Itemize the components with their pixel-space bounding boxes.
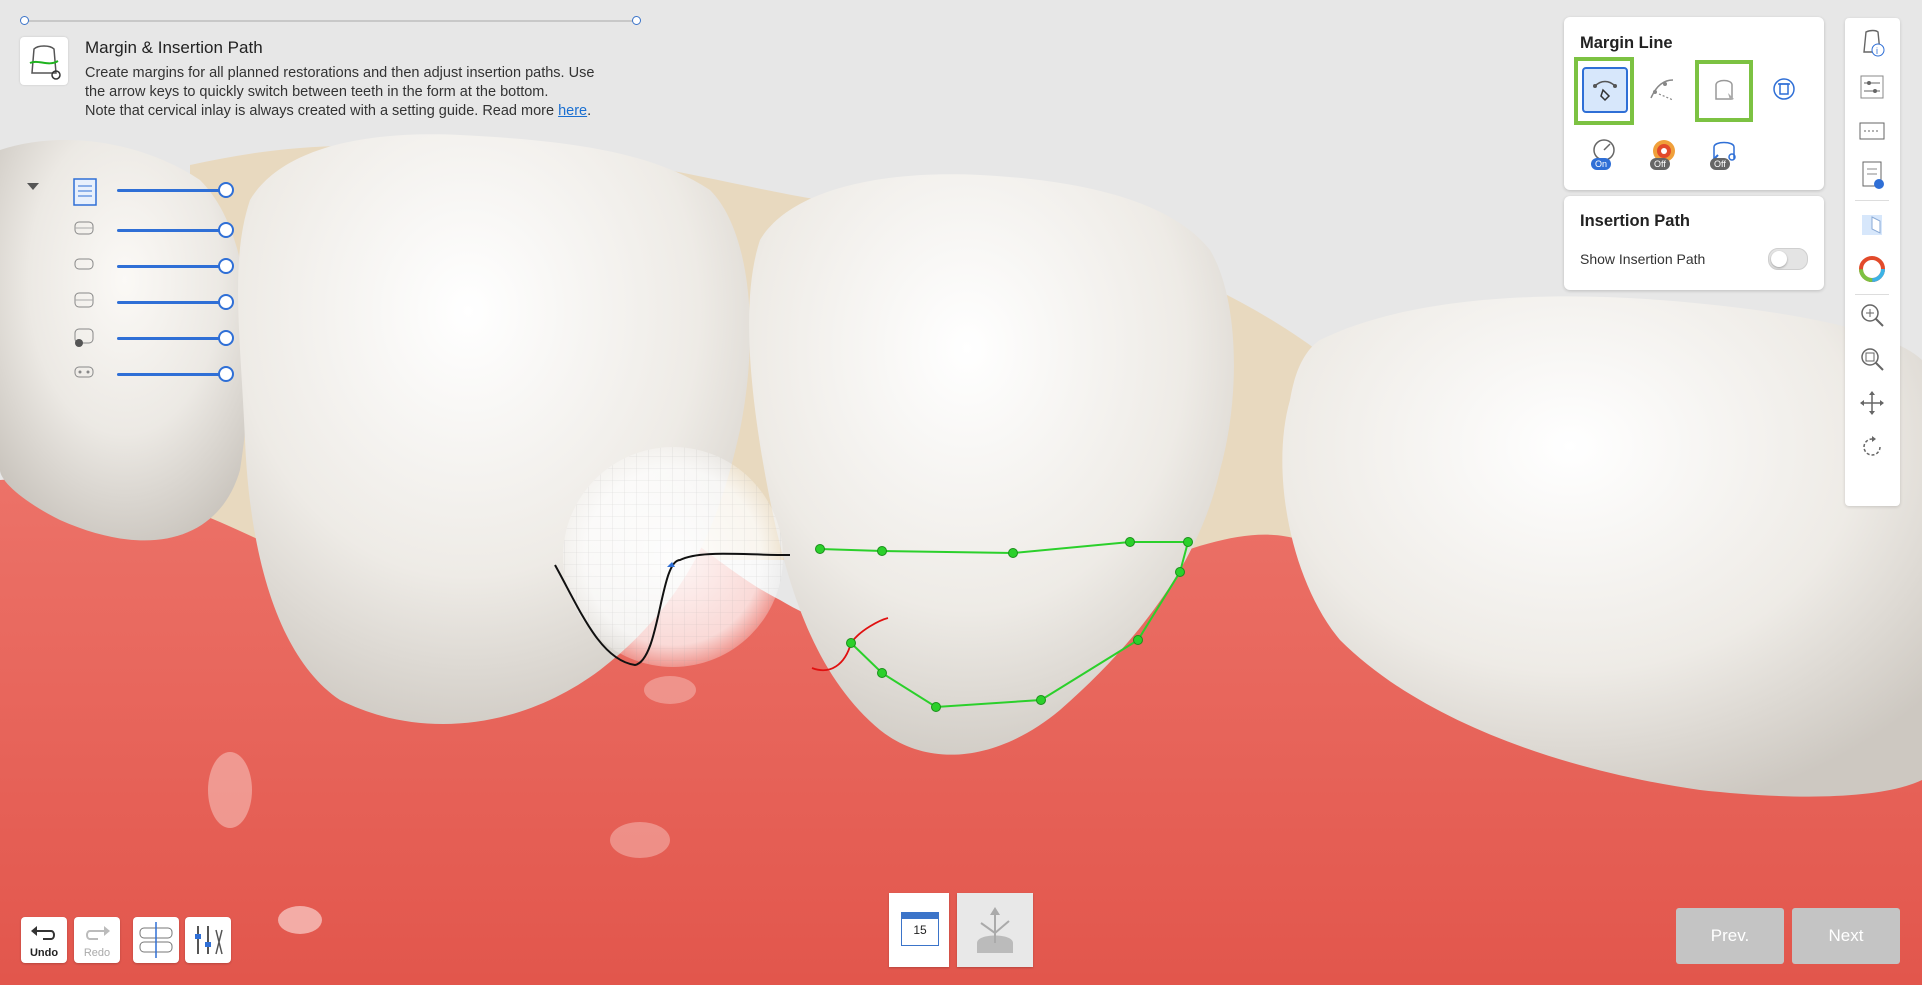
collapse-caret-icon[interactable] xyxy=(27,183,39,190)
view-mode-button[interactable] xyxy=(1855,208,1889,242)
show-insertion-path-switch[interactable] xyxy=(1768,248,1808,270)
tools-settings-button[interactable] xyxy=(185,917,231,963)
layer-opacity-slider-track[interactable] xyxy=(117,373,225,376)
insertion-path-icon xyxy=(977,907,1013,953)
tooth-info-icon: i xyxy=(1863,29,1885,57)
step-progress-track xyxy=(24,20,638,22)
zoom-fit-button[interactable] xyxy=(1855,342,1889,376)
layer-opacity-slider-handle[interactable] xyxy=(218,222,234,238)
rotate-icon xyxy=(1863,436,1881,456)
highlight-box-auto-detect xyxy=(1695,60,1753,122)
show-insertion-path-label: Show Insertion Path xyxy=(1580,251,1706,267)
redo-label: Redo xyxy=(83,947,111,959)
tooth-number-badge: 15 xyxy=(901,912,939,946)
layer-opacity-slider-handle[interactable] xyxy=(218,366,234,382)
layer-opacity-slider-handle[interactable] xyxy=(218,258,234,274)
step-description: Create margins for all planned restorati… xyxy=(85,65,595,119)
layer-row-lower-jaw xyxy=(72,254,234,278)
tooth-number: 15 xyxy=(913,923,927,937)
layer-opacity-slider-handle[interactable] xyxy=(218,330,234,346)
toolbar-divider xyxy=(1855,200,1889,201)
next-button[interactable]: Next xyxy=(1792,908,1900,964)
undo-button[interactable]: Undo xyxy=(21,917,67,963)
margin-step-icon xyxy=(20,37,68,85)
edit-margin-button[interactable] xyxy=(1640,67,1684,111)
color-button[interactable] xyxy=(1855,252,1889,286)
layer-opacity-slider-handle[interactable] xyxy=(218,182,234,198)
layer-opacity-slider-handle[interactable] xyxy=(218,294,234,310)
toolbar-divider xyxy=(1855,294,1889,295)
svg-text:i: i xyxy=(1876,46,1878,56)
pan-button[interactable] xyxy=(1855,386,1889,420)
tools-settings-icon xyxy=(195,926,223,955)
keyboard-icon xyxy=(1859,122,1885,140)
insertion-path-panel: Insertion Path Show Insertion Path xyxy=(1564,196,1824,290)
report-icon xyxy=(1862,161,1884,189)
zoom-in-button[interactable] xyxy=(1855,298,1889,332)
delete-margin-icon xyxy=(1773,78,1795,100)
jaw-view-icon xyxy=(139,922,173,958)
upper-jaw-icon[interactable] xyxy=(72,218,96,242)
tooth-selector-card[interactable]: 15 xyxy=(889,893,949,967)
jaw-view-button[interactable] xyxy=(133,917,179,963)
pan-arrows-icon xyxy=(1860,391,1884,415)
rotate-button[interactable] xyxy=(1855,430,1889,464)
right-toolbar: i xyxy=(1845,18,1900,506)
layer-opacity-slider-track[interactable] xyxy=(117,229,225,232)
layer-opacity-slider-track[interactable] xyxy=(117,265,225,268)
layer-row-bite xyxy=(72,362,234,386)
prev-button[interactable]: Prev. xyxy=(1676,908,1784,964)
scan-data-icon[interactable] xyxy=(72,326,96,350)
progress-end-dot xyxy=(632,16,641,25)
keyboard-button[interactable] xyxy=(1855,114,1889,148)
color-wheel-icon xyxy=(1859,256,1885,282)
document-icon[interactable] xyxy=(72,178,97,206)
lower-jaw-icon[interactable] xyxy=(72,254,96,278)
color-map-state-badge: Off xyxy=(1650,158,1670,170)
layer-opacity-slider-track[interactable] xyxy=(117,337,225,340)
cube-view-icon xyxy=(1862,215,1882,235)
curvature-state-badge: On xyxy=(1591,158,1612,170)
pre-op-icon[interactable] xyxy=(72,290,96,314)
redo-button[interactable]: Redo xyxy=(74,917,120,963)
layer-row-scan-data xyxy=(72,326,234,350)
layer-opacity-slider-track[interactable] xyxy=(117,189,225,192)
tooth-info-button[interactable]: i xyxy=(1855,26,1889,60)
edit-margin-icon xyxy=(1650,79,1674,101)
sliders-icon xyxy=(1860,75,1884,99)
zoom-fit-icon xyxy=(1861,348,1884,371)
undo-label: Undo xyxy=(29,947,59,959)
switch-thumb xyxy=(1771,251,1787,267)
delete-margin-button[interactable] xyxy=(1762,67,1806,111)
bite-icon[interactable] xyxy=(72,362,96,386)
highlight-box-draw xyxy=(1574,57,1634,125)
insertion-path-card[interactable] xyxy=(957,893,1033,967)
progress-start-dot xyxy=(20,16,29,25)
layer-opacity-slider-track[interactable] xyxy=(117,301,225,304)
layer-row-upper-jaw xyxy=(72,218,234,242)
report-button[interactable] xyxy=(1855,158,1889,192)
insertion-path-title: Insertion Path xyxy=(1580,212,1691,230)
layer-row-pre-op xyxy=(72,290,234,314)
step-title: Margin & Insertion Path xyxy=(85,38,263,57)
settings-sliders-button[interactable] xyxy=(1855,70,1889,104)
undo-icon xyxy=(31,926,55,940)
read-more-link[interactable]: here xyxy=(558,103,587,119)
layer-row-document xyxy=(72,178,234,206)
zoom-in-icon xyxy=(1861,304,1884,327)
margin-line-title: Margin Line xyxy=(1580,34,1673,52)
redo-icon xyxy=(86,926,110,940)
auto-adjust-state-badge: Off xyxy=(1710,158,1730,170)
